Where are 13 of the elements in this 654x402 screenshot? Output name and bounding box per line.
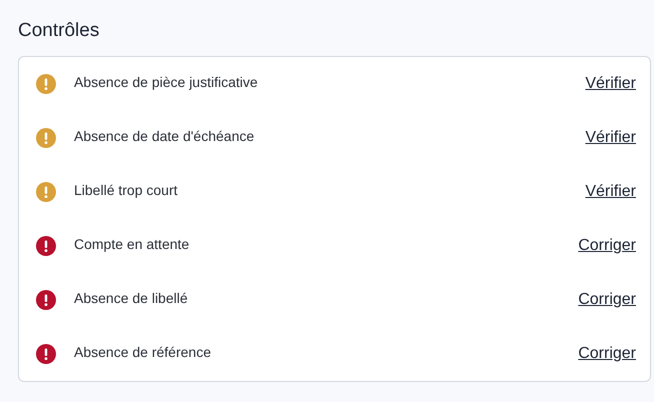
action-link[interactable]: Corriger [578, 291, 636, 309]
check-label: Absence de date d'échéance [74, 128, 256, 144]
check-label: Compte en attente [74, 236, 190, 252]
action-link[interactable]: Vérifier [585, 129, 636, 147]
section-title: Contrôles [18, 19, 100, 43]
action-link[interactable]: Corriger [578, 345, 636, 363]
check-label: Libellé trop court [74, 182, 179, 198]
action-link[interactable]: Vérifier [585, 75, 636, 93]
action-link[interactable]: Vérifier [585, 183, 636, 201]
check-label: Absence de pièce justificative [74, 74, 259, 90]
check-label: Absence de référence [74, 344, 212, 360]
action-link[interactable]: Corriger [578, 237, 636, 255]
check-label: Absence de libellé [74, 290, 189, 306]
